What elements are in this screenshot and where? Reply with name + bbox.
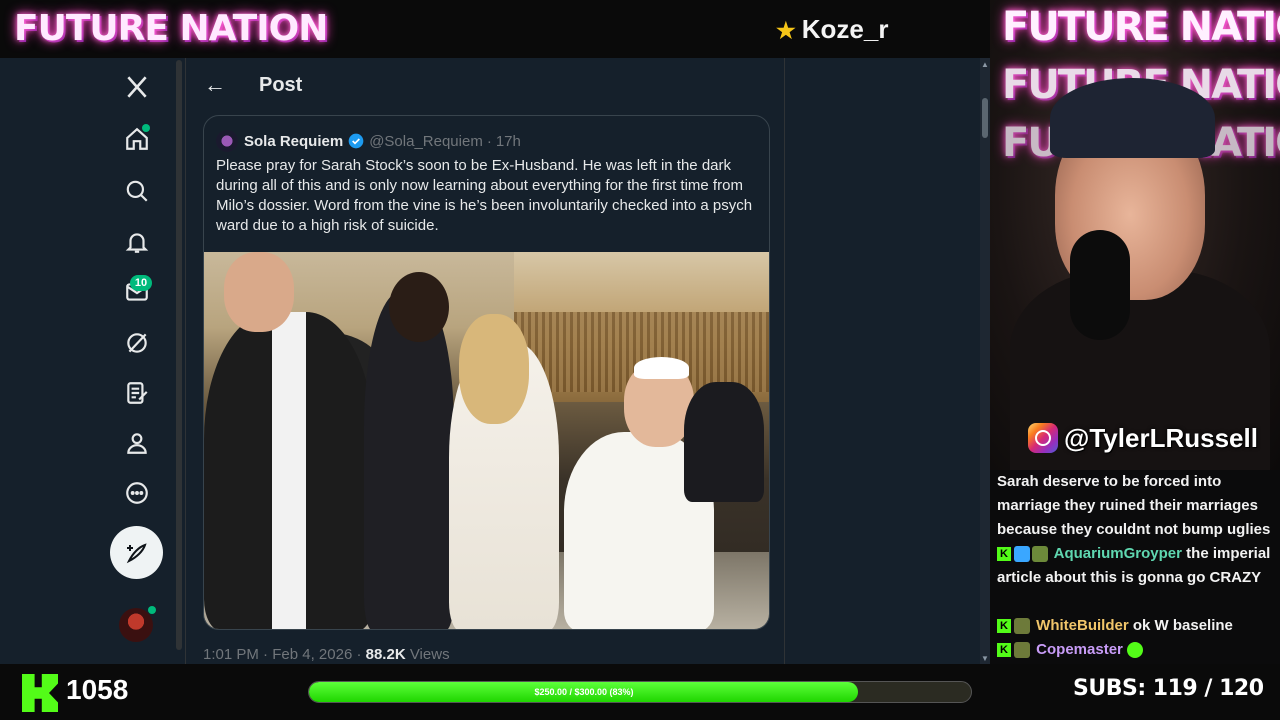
- chat-panel: Sarah deserve to be forced into marriage…: [990, 470, 1280, 664]
- separator-dot: ·: [486, 132, 492, 150]
- post-meta: 1:01 PM · Feb 4, 2026 · 88.2K Views: [203, 646, 450, 663]
- views-label: Views: [409, 646, 450, 663]
- post-column: ← Post Sola Requiem @Sola_Requiem · 17h …: [185, 58, 785, 664]
- cube-emote-icon: [1014, 546, 1030, 563]
- home-notification-dot: [142, 124, 150, 132]
- sidebar-nav: 10: [0, 58, 185, 664]
- soldier-emote-icon: [1014, 618, 1030, 635]
- chat-message: K Copemaster: [997, 638, 1275, 662]
- subs-label: SUBS:: [1073, 676, 1146, 701]
- chat-message: K AquariumGroyper the imperial article a…: [997, 542, 1275, 590]
- photo-bride-hair: [459, 314, 529, 424]
- kick-badge-icon: K: [997, 619, 1011, 634]
- twitter-window: 10 ← Post Sola Requiem @Sola_Requiem · 1…: [0, 58, 990, 664]
- scroll-down-arrow-icon[interactable]: ▼: [981, 654, 989, 663]
- subs-value: 119 / 120: [1152, 676, 1264, 701]
- photo-young-man-hair: [389, 272, 449, 342]
- chat-message: Sarah deserve to be forced into marriage…: [997, 470, 1275, 542]
- streamer-name-text: Koze_r: [801, 14, 889, 44]
- notifications-icon[interactable]: [120, 225, 154, 259]
- views-count[interactable]: 88.2K: [366, 646, 406, 663]
- quoted-post-text: Please pray for Sarah Stock’s soon to be…: [216, 157, 753, 234]
- webcam-feed: FUTURE NATION FUTURE NATION FUTURE NATIO…: [990, 0, 1280, 470]
- quoted-author-name[interactable]: Sola Requiem: [244, 133, 343, 150]
- post-date[interactable]: Feb 4, 2026: [272, 646, 352, 663]
- top-overlay-bar: FUTURE NATION ★ Koze_r: [0, 0, 990, 58]
- photo-bystander: [684, 382, 764, 502]
- follower-count: 1058: [66, 674, 129, 705]
- kick-logo-icon: [22, 674, 58, 712]
- scrollbar-thumb[interactable]: [982, 98, 988, 138]
- verified-badge-icon: [348, 133, 364, 149]
- bottom-overlay-bar: 1058 $250.00 / $300.00 (83%) SUBS: 119 /…: [0, 664, 1280, 720]
- separator-dot: ·: [263, 646, 269, 663]
- profile-icon[interactable]: [120, 426, 154, 460]
- lists-icon[interactable]: [120, 376, 154, 410]
- page-scrollbar[interactable]: [980, 58, 990, 664]
- pepe-emote-icon: [1127, 642, 1144, 659]
- chat-message: K WhiteBuilder ok W baseline: [997, 614, 1275, 638]
- chat-username[interactable]: Copemaster: [1036, 641, 1123, 658]
- avatar-status-dot: [148, 606, 156, 614]
- brand-logo-text: FUTURE NATION: [14, 8, 328, 49]
- frog-emote-icon: [1032, 546, 1048, 563]
- scroll-up-arrow-icon[interactable]: ▲: [981, 60, 989, 69]
- post-time[interactable]: 1:01 PM: [203, 646, 259, 663]
- avatar[interactable]: [119, 608, 153, 642]
- instagram-handle-bar: @TylerLRussell: [1028, 420, 1258, 456]
- quoted-post[interactable]: Sola Requiem @Sola_Requiem · 17h Please …: [203, 115, 770, 630]
- grok-icon[interactable]: [120, 326, 154, 360]
- x-logo-icon[interactable]: [120, 70, 154, 104]
- back-arrow-icon[interactable]: ←: [204, 72, 226, 98]
- post-photo[interactable]: [204, 252, 769, 629]
- chat-message-text: Sarah deserve to be forced into marriage…: [997, 473, 1271, 538]
- quoted-author-handle[interactable]: @Sola_Requiem: [369, 133, 483, 150]
- page-title: Post: [259, 74, 303, 96]
- photo-zucchetto: [634, 357, 689, 379]
- chat-message-text: ok W baseline: [1132, 617, 1233, 634]
- messages-badge: 10: [130, 275, 152, 291]
- donation-goal-bar: $250.00 / $300.00 (83%): [308, 681, 972, 703]
- streamer-cap: [1050, 78, 1215, 158]
- kick-badge-icon: K: [997, 547, 1011, 562]
- donation-goal-text: $250.00 / $300.00 (83%): [534, 687, 634, 697]
- post-header: ← Post: [186, 58, 786, 111]
- quoted-author-avatar[interactable]: [216, 130, 238, 152]
- soldier-emote-icon: [1014, 642, 1030, 659]
- kick-badge-icon: K: [997, 643, 1011, 658]
- more-icon[interactable]: [120, 476, 154, 510]
- microphone-icon: [1070, 230, 1130, 340]
- cam-brand-text: FUTURE NATION: [1002, 4, 1280, 50]
- subs-counter: SUBS: 119 / 120: [1073, 676, 1264, 701]
- chat-username[interactable]: AquariumGroyper: [1054, 545, 1182, 562]
- quoted-post-time[interactable]: 17h: [496, 133, 521, 150]
- photo-young-man: [364, 292, 454, 629]
- star-icon: ★: [776, 18, 796, 43]
- sidebar-scrollbar[interactable]: [176, 60, 182, 650]
- compose-button[interactable]: [110, 526, 163, 579]
- instagram-handle: @TylerLRussell: [1064, 422, 1258, 453]
- photo-groom-face: [224, 252, 294, 332]
- photo-groom: [204, 312, 374, 629]
- compose-icon: [126, 542, 147, 563]
- streamer-name: ★ Koze_r: [776, 14, 888, 45]
- instagram-icon: [1028, 423, 1058, 453]
- chat-username[interactable]: WhiteBuilder: [1036, 617, 1129, 634]
- quoted-post-header: Sola Requiem @Sola_Requiem · 17h: [216, 130, 521, 152]
- search-icon[interactable]: [120, 174, 154, 208]
- separator-dot: ·: [356, 646, 362, 663]
